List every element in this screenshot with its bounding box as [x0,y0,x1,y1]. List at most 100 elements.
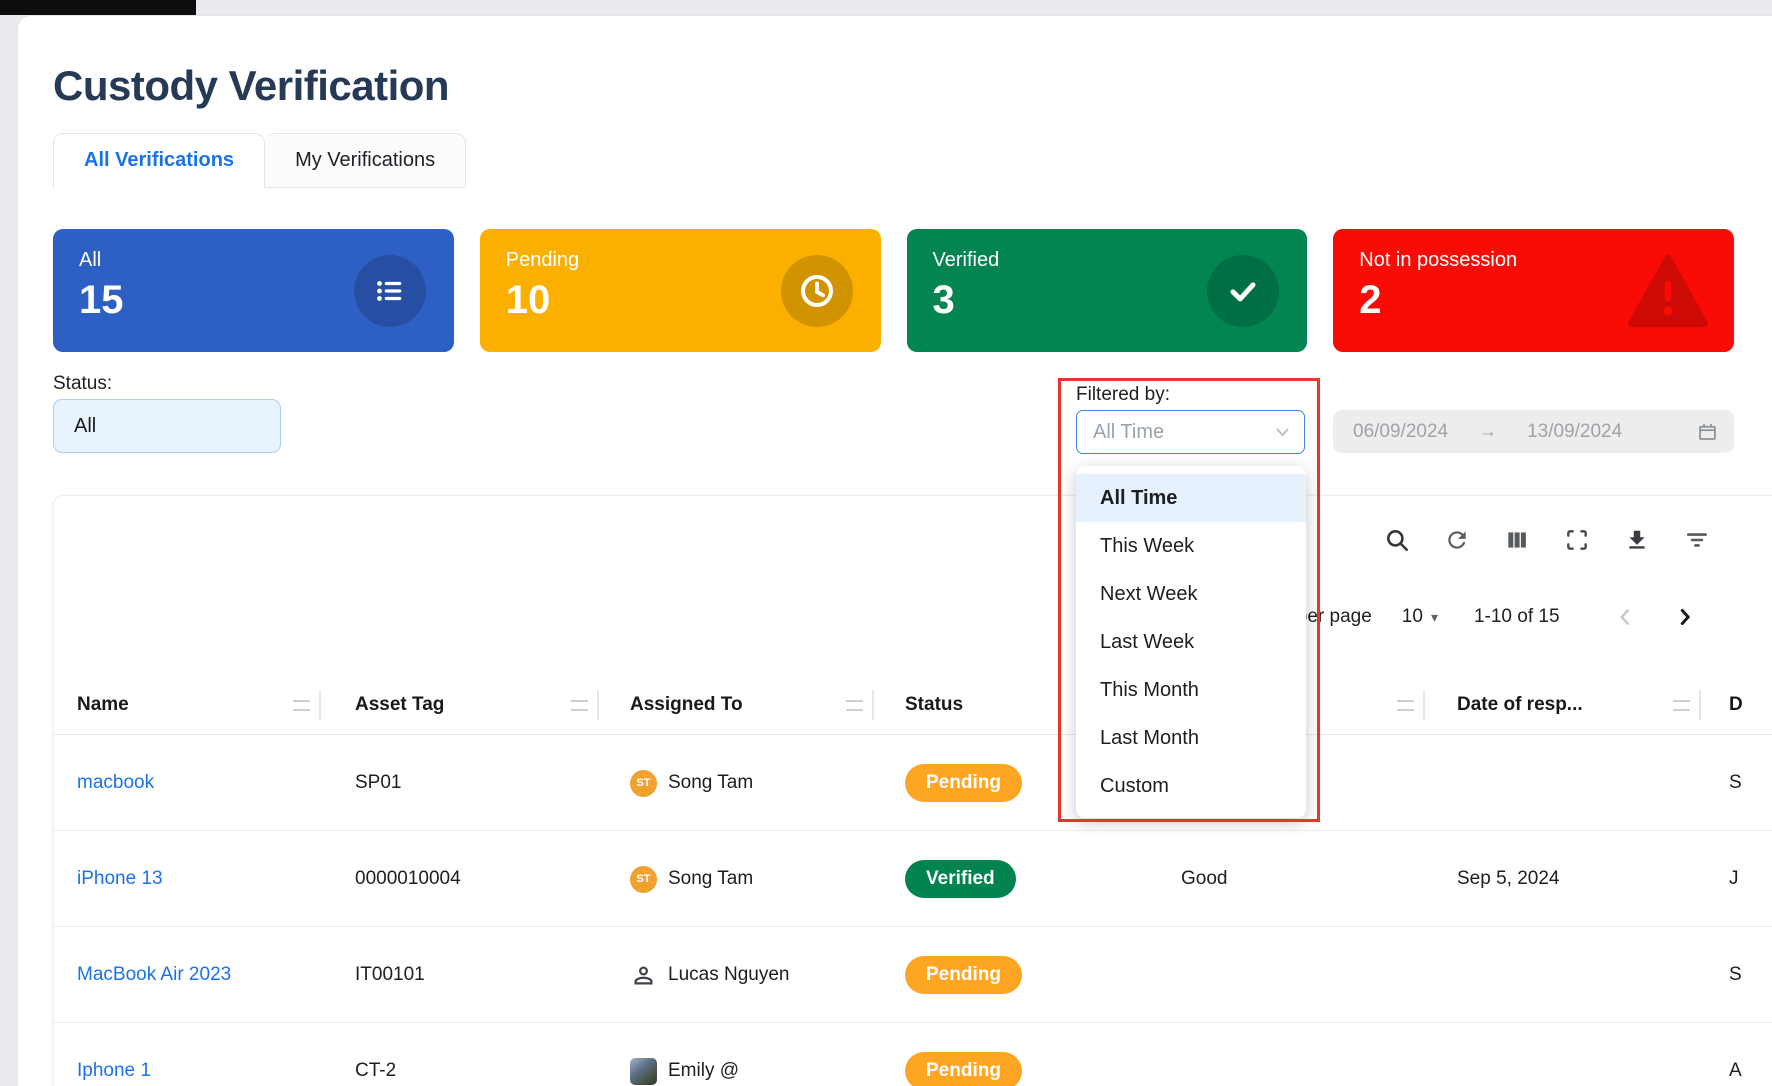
dropdown-option[interactable]: This Week [1076,522,1306,570]
asset-link[interactable]: Iphone 1 [77,1060,151,1082]
filtered-by-value: All Time [1093,421,1164,444]
date-of-resp-cell [1457,1023,1715,1086]
column-resize-handle[interactable] [293,690,321,720]
calendar-icon [1697,421,1718,442]
asset-tag-cell: CT-2 [355,1023,613,1086]
date-to-value: 13/09/2024 [1527,421,1622,443]
fullscreen-icon[interactable] [1564,527,1590,553]
search-icon[interactable] [1384,527,1410,553]
previous-page-button[interactable] [1612,604,1638,630]
main-panel: Custody Verification All Verifications M… [17,15,1772,1086]
status-badge: Pending [905,956,1022,994]
page-size-select[interactable]: 10 ▾ [1402,606,1438,628]
truncated-cell: J [1729,831,1772,927]
columns-icon[interactable] [1504,527,1530,553]
date-range-input[interactable]: 06/09/2024 → 13/09/2024 [1333,410,1734,453]
column-resize-handle[interactable] [1397,690,1425,720]
status-cell: Verified [905,831,1163,927]
table-row: MacBook Air 2023 IT00101 Lucas Nguyen Pe… [54,927,1772,1023]
avatar: ST [630,770,657,797]
date-from-value: 06/09/2024 [1353,421,1448,443]
truncated-cell: S [1729,927,1772,1023]
tab-all-verifications[interactable]: All Verifications [53,133,265,188]
column-header-assigned-to[interactable]: Assigned To [630,675,888,735]
status-filter-label: Status: [53,373,112,395]
window-edge [0,0,196,15]
warning-icon [1626,253,1710,329]
assigned-to-cell: Emily @ [630,1023,888,1086]
column-resize-handle[interactable] [846,690,874,720]
stat-card-pending[interactable]: Pending 10 [480,229,881,352]
tab-my-verifications[interactable]: My Verifications [265,133,466,188]
assigned-to-name: Song Tam [668,868,753,890]
stat-cards: All 15 Pending 10 Verified 3 [53,229,1734,352]
dropdown-option[interactable]: All Time [1076,474,1306,522]
table-row: macbook SP01 ST Song Tam Pending S [54,735,1772,831]
name-cell: macbook [77,735,335,831]
dropdown-option[interactable]: Last Month [1076,714,1306,762]
verifications-table-card: Rows per page 10 ▾ 1-10 of 15 Name [53,495,1772,1086]
page-title: Custody Verification [53,62,449,110]
download-icon[interactable] [1624,527,1650,553]
dropdown-option[interactable]: This Month [1076,666,1306,714]
filter-icon[interactable] [1684,527,1710,553]
column-header-asset-tag[interactable]: Asset Tag [355,675,613,735]
column-header-name[interactable]: Name [77,675,335,735]
app-root: Custody Verification All Verifications M… [0,0,1772,1086]
filtered-by-label: Filtered by: [1076,384,1170,406]
table-row: iPhone 13 0000010004 ST Song Tam Verifie… [54,831,1772,927]
assigned-to-cell: ST Song Tam [630,735,888,831]
assigned-to-name: Lucas Nguyen [668,964,789,986]
table-row: Iphone 1 CT-2 Emily @ Pending A [54,1023,1772,1086]
name-cell: iPhone 13 [77,831,335,927]
assigned-to-name: Emily @ [668,1060,739,1082]
date-of-resp-cell [1457,927,1715,1023]
pagination-bar: Rows per page 10 ▾ 1-10 of 15 [1244,604,1698,630]
next-page-button[interactable] [1672,604,1698,630]
assigned-to-cell: ST Song Tam [630,831,888,927]
asset-link[interactable]: iPhone 13 [77,868,163,890]
column-resize-handle[interactable] [1673,690,1701,720]
clock-icon [781,255,853,327]
filtered-by-select[interactable]: All Time [1076,410,1305,454]
stat-card-not-in-possession[interactable]: Not in possession 2 [1333,229,1734,352]
status-filter-select[interactable]: All [53,399,281,453]
status-badge: Pending [905,1052,1022,1086]
stat-card-all[interactable]: All 15 [53,229,454,352]
date-of-resp-cell [1457,735,1715,831]
avatar-photo [630,1058,657,1085]
asset-link[interactable]: MacBook Air 2023 [77,964,231,986]
table-toolbar [1384,527,1710,553]
avatar: ST [630,866,657,893]
status-badge: Verified [905,860,1016,898]
name-cell: MacBook Air 2023 [77,927,335,1023]
condition-cell [1181,1023,1439,1086]
list-icon [354,255,426,327]
pagination-range: 1-10 of 15 [1474,606,1560,628]
caret-down-icon: ▾ [1431,609,1438,626]
column-header-date-of-resp[interactable]: Date of resp... [1457,675,1715,735]
asset-link[interactable]: macbook [77,772,154,794]
name-cell: Iphone 1 [77,1023,335,1086]
column-header-truncated[interactable]: D [1729,675,1772,735]
truncated-cell: S [1729,735,1772,831]
dropdown-option[interactable]: Custom [1076,762,1306,810]
assigned-to-cell: Lucas Nguyen [630,927,888,1023]
condition-cell: Good [1181,831,1439,927]
date-of-resp-cell: Sep 5, 2024 [1457,831,1715,927]
stat-card-verified[interactable]: Verified 3 [907,229,1308,352]
filtered-by-dropdown-menu: All Time This Week Next Week Last Week T… [1076,466,1306,818]
asset-tag-cell: 0000010004 [355,831,613,927]
status-cell: Pending [905,927,1163,1023]
status-cell: Pending [905,1023,1163,1086]
refresh-icon[interactable] [1444,527,1470,553]
tabs: All Verifications My Verifications [53,133,466,188]
status-filter-value: All [74,415,96,438]
status-badge: Pending [905,764,1022,802]
truncated-cell: A [1729,1023,1772,1086]
column-resize-handle[interactable] [571,690,599,720]
dropdown-option[interactable]: Last Week [1076,618,1306,666]
assigned-to-name: Song Tam [668,772,753,794]
check-icon [1207,255,1279,327]
dropdown-option[interactable]: Next Week [1076,570,1306,618]
